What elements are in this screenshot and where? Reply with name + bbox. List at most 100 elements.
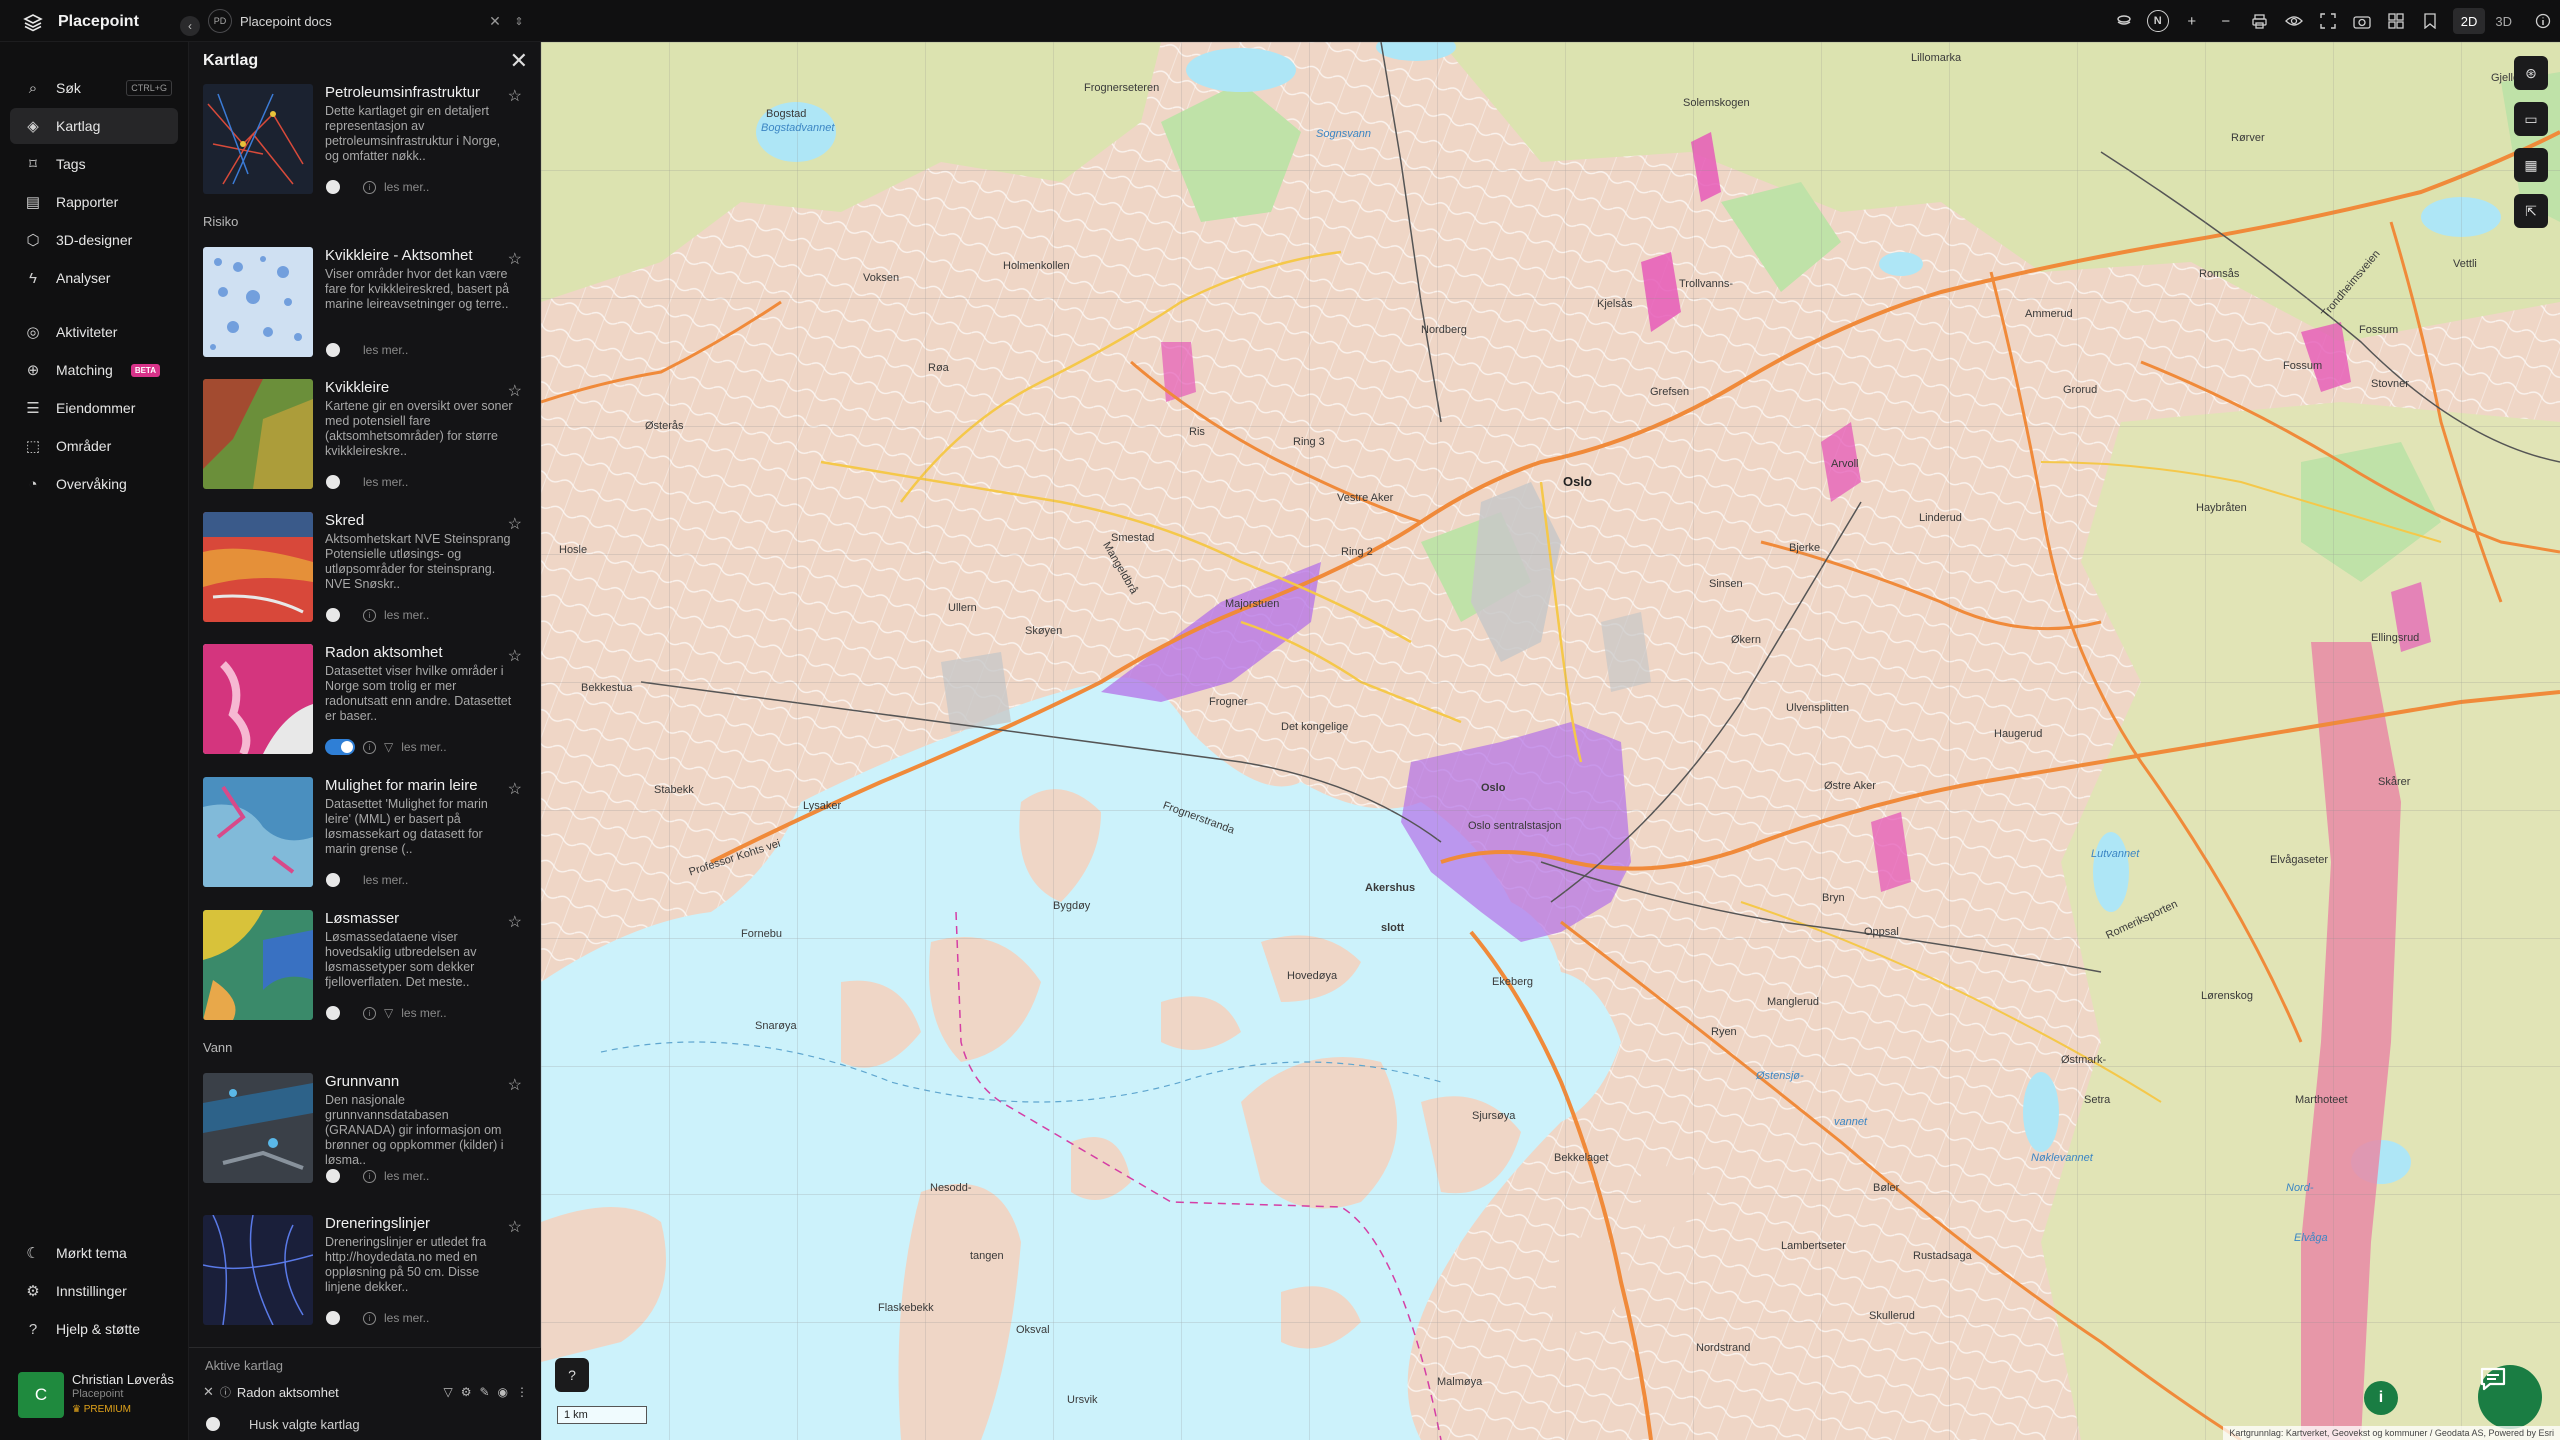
measure-icon[interactable]: ⇱	[2514, 194, 2548, 228]
nav-item-kartlag[interactable]: ◈ Kartlag	[10, 108, 178, 144]
star-icon[interactable]: ☆	[508, 514, 522, 534]
map-label: Lysaker	[803, 800, 842, 812]
layer-card-losmasser[interactable]: Løsmasser ☆ Løsmassedataene viser hoveds…	[203, 910, 528, 1025]
layer-toggle[interactable]	[325, 342, 355, 358]
nav-item-eiendommer[interactable]: ☰ Eiendommer	[10, 390, 178, 426]
read-more-link[interactable]: les mer..	[363, 343, 408, 357]
filter-icon[interactable]: ▽	[443, 1385, 452, 1399]
read-more-link[interactable]: les mer..	[401, 1006, 446, 1020]
edit-icon[interactable]: ✎	[479, 1385, 489, 1399]
nav-item-help[interactable]: ? Hjelp & støtte	[10, 1311, 178, 1347]
nav-item-tags[interactable]: ⌑ Tags	[10, 146, 178, 182]
more-icon[interactable]: ⋮	[516, 1385, 528, 1399]
star-icon[interactable]: ☆	[508, 86, 522, 106]
nav-item-analyser[interactable]: ϟ Analyser	[10, 260, 178, 296]
map-info-button[interactable]: i	[2364, 1381, 2398, 1415]
elevation-chart-icon[interactable]: ▦	[2514, 148, 2548, 182]
layer-toggle[interactable]	[325, 1168, 355, 1184]
ruler-icon[interactable]: ▭	[2514, 102, 2548, 136]
remove-layer-icon[interactable]: ✕	[203, 1384, 214, 1400]
layer-toggle[interactable]	[325, 739, 355, 755]
layer-card-dreneringslinjer[interactable]: Dreneringslinjer ☆ Dreneringslinjer er u…	[203, 1215, 528, 1330]
eye-icon[interactable]	[2277, 6, 2311, 36]
layer-description: Den nasjonale grunnvannsdatabasen (GRANA…	[325, 1093, 504, 1167]
nav-item-settings[interactable]: ⚙ Innstillinger	[10, 1273, 178, 1309]
map-canvas[interactable]: Oslo Oslo Oslo sentralstasjon Akershus s…	[541, 42, 2560, 1440]
chevron-updown-icon[interactable]: ⇕	[512, 15, 526, 28]
info-icon[interactable]	[2526, 6, 2560, 36]
clear-document-icon[interactable]: ✕	[486, 13, 504, 30]
bookmark-icon[interactable]	[2413, 6, 2447, 36]
north-arrow-button[interactable]: N	[2141, 6, 2175, 36]
close-icon[interactable]: ✕	[510, 48, 528, 74]
layer-toggle[interactable]	[325, 179, 355, 195]
document-selector[interactable]: PD Placepoint docs ✕ ⇕	[204, 6, 526, 36]
star-icon[interactable]: ☆	[508, 646, 522, 666]
read-more-link[interactable]: les mer..	[401, 740, 446, 754]
nav-item-3d-designer[interactable]: ⬡ 3D-designer	[10, 222, 178, 258]
nav-item-matching[interactable]: ⊕ Matching BETA	[10, 352, 178, 388]
nav-item-overvaking[interactable]: ◔ Overvåking	[10, 466, 178, 502]
print-icon[interactable]	[2243, 6, 2277, 36]
eye-icon[interactable]: ◉	[498, 1385, 508, 1399]
map-help-button[interactable]: ?	[555, 1358, 589, 1392]
layers-search-icon[interactable]: ⊛	[2514, 56, 2548, 90]
chat-support-button[interactable]	[2478, 1365, 2542, 1429]
brand[interactable]: Placepoint	[22, 10, 139, 34]
nav-item-aktiviteter[interactable]: ◎ Aktiviteter	[10, 314, 178, 350]
layer-toggle[interactable]	[325, 474, 355, 490]
layer-card-skred[interactable]: Skred ☆ Aktsomhetskart NVE Steinsprang P…	[203, 512, 528, 627]
layer-card-petroleum[interactable]: Petroleumsinfrastruktur ☆ Dette kartlage…	[203, 84, 528, 199]
star-icon[interactable]: ☆	[508, 1075, 522, 1095]
info-icon[interactable]: ⓘ	[220, 1384, 231, 1400]
read-more-link[interactable]: les mer..	[384, 608, 429, 622]
info-icon[interactable]: i	[363, 608, 376, 622]
layer-card-grunnvann[interactable]: Grunnvann ☆ Den nasjonale grunnvannsdata…	[203, 1073, 528, 1188]
layer-toggle[interactable]	[325, 872, 355, 888]
layer-title: Løsmasser	[325, 910, 400, 927]
layer-thumbnail	[203, 512, 313, 622]
user-profile[interactable]: C Christian Løverås Placepoint ♛ PREMIUM	[18, 1372, 178, 1426]
zoom-in-icon[interactable]: +	[2175, 6, 2209, 36]
grid-icon[interactable]	[2379, 6, 2413, 36]
remember-layers-toggle[interactable]	[205, 1416, 235, 1432]
star-icon[interactable]: ☆	[508, 1217, 522, 1237]
view-2d-button[interactable]: 2D	[2452, 8, 2486, 34]
layer-card-marin-leire[interactable]: Mulighet for marin leire ☆ Datasettet 'M…	[203, 777, 528, 892]
nav-item-rapporter[interactable]: ▤ Rapporter	[10, 184, 178, 220]
read-more-link[interactable]: les mer..	[363, 873, 408, 887]
collapse-sidebar-button[interactable]: ‹	[180, 16, 200, 36]
info-icon[interactable]: i	[363, 1006, 376, 1020]
layer-card-radon[interactable]: Radon aktsomhet ☆ Datasettet viser hvilk…	[203, 644, 528, 759]
filter-icon[interactable]: ▽	[384, 740, 393, 754]
star-icon[interactable]: ☆	[508, 912, 522, 932]
fullscreen-icon[interactable]	[2311, 6, 2345, 36]
read-more-link[interactable]: les mer..	[384, 1311, 429, 1325]
info-icon[interactable]: i	[363, 740, 376, 754]
zoom-out-icon[interactable]: −	[2209, 6, 2243, 36]
info-icon[interactable]: i	[363, 1311, 376, 1325]
star-icon[interactable]: ☆	[508, 381, 522, 401]
info-icon[interactable]: i	[363, 1169, 376, 1183]
star-icon[interactable]: ☆	[508, 779, 522, 799]
star-icon[interactable]: ☆	[508, 249, 522, 269]
camera-icon[interactable]	[2345, 6, 2379, 36]
layer-toggle[interactable]	[325, 1005, 355, 1021]
layer-toggle[interactable]	[325, 1310, 355, 1326]
layer-toggle[interactable]	[325, 607, 355, 623]
map-label: Lambertseter	[1781, 1240, 1846, 1252]
layer-card-kvikkleire-aktsomhet[interactable]: Kvikkleire - Aktsomhet ☆ Viser områder h…	[203, 247, 528, 362]
nav-item-omrader[interactable]: ⬚ Områder	[10, 428, 178, 464]
settings-icon[interactable]: ⚙	[461, 1385, 472, 1399]
layer-controls: les mer..	[325, 871, 408, 889]
nav-item-dark-theme[interactable]: ☾ Mørkt tema	[10, 1235, 178, 1271]
layer-card-kvikkleire[interactable]: Kvikkleire ☆ Kartene gir en oversikt ove…	[203, 379, 528, 494]
view-3d-button[interactable]: 3D	[2487, 8, 2520, 34]
filter-icon[interactable]: ▽	[384, 1006, 393, 1020]
read-more-link[interactable]: les mer..	[384, 1169, 429, 1183]
layers-stack-icon[interactable]	[2107, 6, 2141, 36]
read-more-link[interactable]: les mer..	[384, 180, 429, 194]
nav-item-search[interactable]: ⌕ Søk CTRL+G	[10, 70, 178, 106]
info-icon[interactable]: i	[363, 180, 376, 194]
read-more-link[interactable]: les mer..	[363, 475, 408, 489]
